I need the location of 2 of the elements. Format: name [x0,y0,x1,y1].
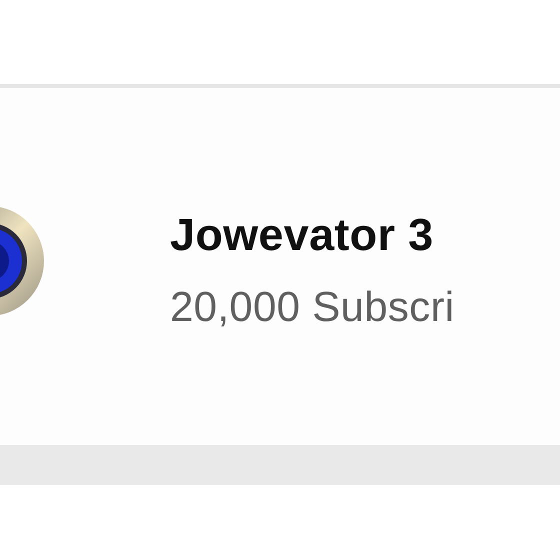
channel-name[interactable]: Jowevator 3 [170,208,454,260]
subscriber-count: 20,000 Subscri [170,282,454,330]
